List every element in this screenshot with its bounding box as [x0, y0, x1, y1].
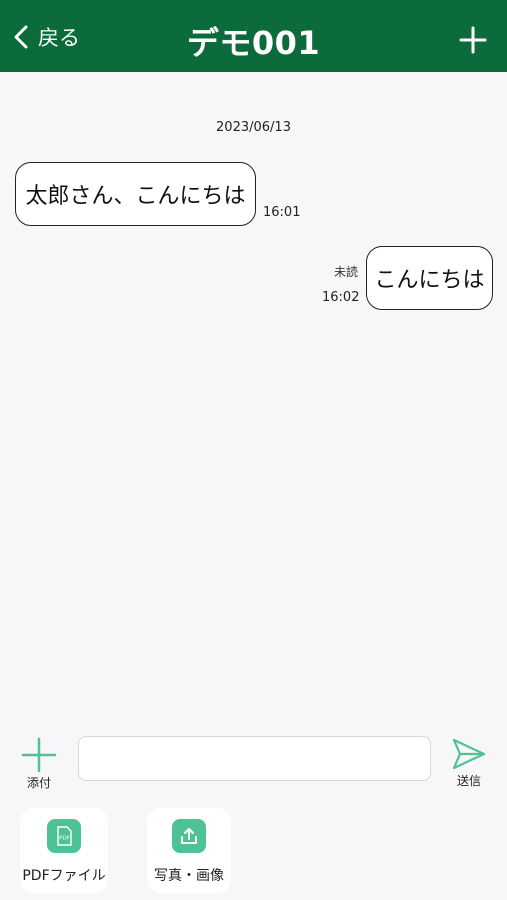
- send-button[interactable]: 送信: [446, 736, 492, 792]
- pdf-file-option[interactable]: PDF PDFファイル: [20, 808, 108, 893]
- svg-text:PDF: PDF: [59, 836, 70, 842]
- add-icon[interactable]: [459, 26, 487, 54]
- page-title: デモ001: [186, 24, 321, 62]
- date-separator: 2023/06/13: [216, 120, 291, 135]
- message-bubble-sent[interactable]: こんにちは: [366, 246, 493, 310]
- message-input[interactable]: [78, 736, 431, 781]
- plus-icon: [21, 737, 57, 773]
- message-bubble-received[interactable]: 太郎さん、こんにちは: [15, 162, 256, 226]
- photo-image-option[interactable]: 写真・画像: [147, 808, 231, 893]
- send-label: 送信: [456, 774, 481, 788]
- attach-button[interactable]: 添付: [18, 736, 60, 792]
- message-time: 16:01: [263, 205, 301, 220]
- header-bar: 戻る デモ001: [0, 0, 507, 72]
- chat-screen: 戻る デモ001 2023/06/13 太郎さん、こんにちは 16:01 未読 …: [0, 0, 507, 900]
- image-upload-icon: [172, 819, 206, 853]
- send-icon: [452, 738, 486, 770]
- pdf-file-icon: PDF: [47, 819, 81, 853]
- pdf-file-label: PDFファイル: [22, 868, 106, 884]
- photo-image-label: 写真・画像: [154, 868, 224, 884]
- attach-label: 添付: [26, 776, 51, 790]
- unread-status: 未読: [334, 265, 359, 279]
- message-time: 16:02: [322, 290, 360, 305]
